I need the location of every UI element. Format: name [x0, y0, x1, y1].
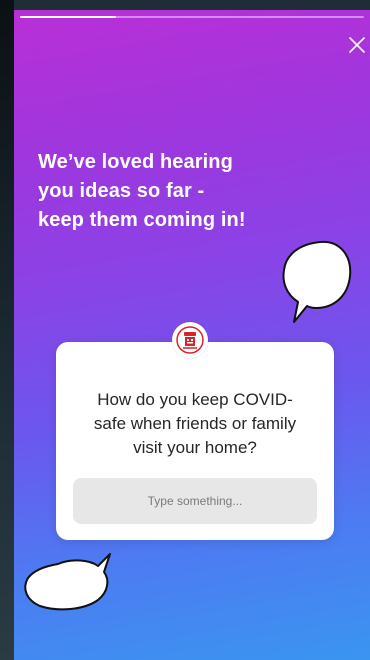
speech-bubble-icon — [24, 553, 111, 611]
story-progress-bar — [20, 16, 364, 18]
story-progress-fill — [20, 16, 117, 18]
headline-line: We’ve loved hearing — [38, 151, 233, 173]
story-headline: We’ve loved hearing you ideas so far - k… — [38, 148, 338, 235]
question-sticker: How do you keep COVID- safe when friends… — [56, 342, 334, 540]
question-text: How do you keep COVID- safe when friends… — [68, 388, 322, 460]
screen-edge — [0, 0, 14, 660]
question-line: How do you keep COVID- — [97, 390, 293, 409]
question-line: safe when friends or family — [93, 414, 297, 433]
answer-input[interactable] — [73, 478, 317, 524]
profile-avatar-icon — [176, 326, 204, 354]
close-icon — [349, 37, 365, 53]
story-view[interactable]: We’ve loved hearing you ideas so far - k… — [14, 10, 370, 660]
headline-line: you ideas so far - — [38, 180, 205, 202]
speech-bubble-icon — [282, 240, 352, 323]
headline-line: keep them coming in! — [38, 209, 246, 231]
profile-avatar[interactable] — [172, 322, 208, 358]
close-button[interactable] — [346, 34, 368, 56]
question-line: visit your home? — [133, 438, 257, 457]
